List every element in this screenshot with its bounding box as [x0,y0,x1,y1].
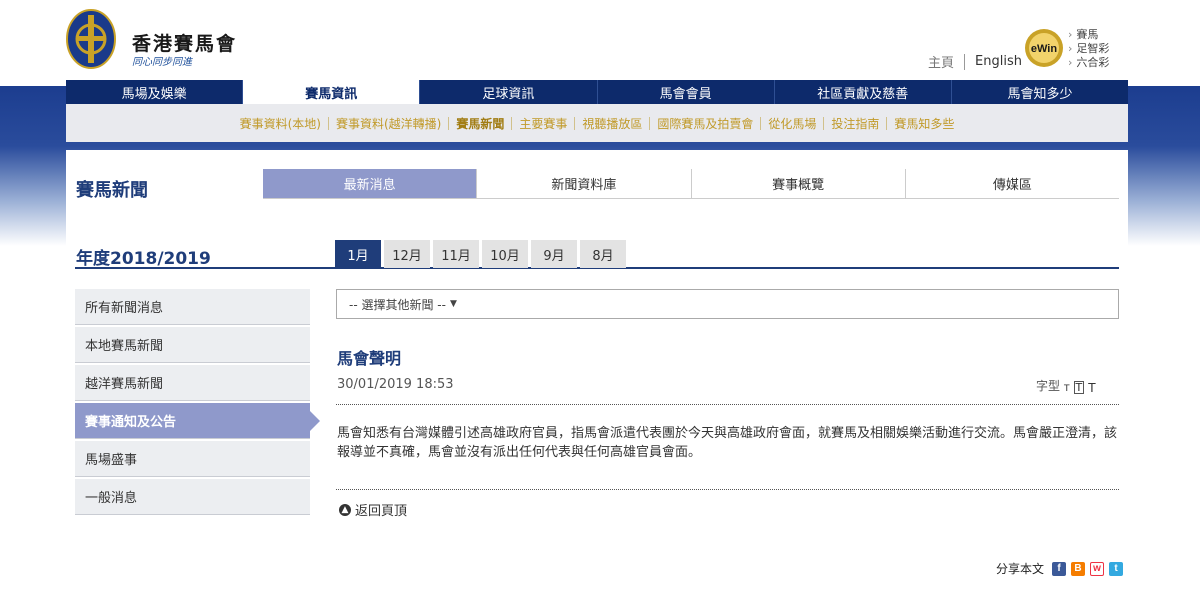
divider [336,489,1119,490]
month-tab[interactable]: 9月 [531,240,577,268]
tab-news-archive[interactable]: 新聞資料庫 [477,169,692,198]
main-nav-item-about[interactable]: 馬會知多少 [952,80,1128,104]
month-tab[interactable]: 12月 [384,240,430,268]
main-nav-item-football[interactable]: 足球資訊 [420,80,598,104]
caret-down-icon: ▼ [449,299,457,309]
sub-nav-item[interactable]: 賽事資料(越洋轉播) [329,115,448,132]
main-nav-item-racecourse[interactable]: 馬場及娛樂 [66,80,244,104]
divider [964,53,966,70]
sub-nav-item[interactable]: 視聽播放區 [575,115,649,132]
font-small-icon[interactable]: T [1064,385,1070,394]
facebook-icon[interactable]: f [1052,561,1067,576]
sidebar-item-race-notices[interactable]: 賽事通知及公告 [75,403,320,439]
sub-nav-item[interactable]: 投注指南 [824,115,886,132]
sub-nav-item[interactable]: 國際賽馬及拍賣會 [650,115,760,132]
ewin-link-football[interactable]: 足智彩 [1068,42,1109,56]
sidebar-item-racecourse-events[interactable]: 馬場盛事 [75,441,310,477]
ewin-links: 賽馬 足智彩 六合彩 [1068,28,1109,70]
back-to-top-link[interactable]: ▲ 返回頁頂 [339,500,407,519]
month-tab[interactable]: 11月 [433,240,479,268]
logo-slogan: 同心同步同進 [132,57,192,68]
tab-media[interactable]: 傳媒區 [906,169,1119,198]
sidebar-item-simulcast-racing[interactable]: 越洋賽馬新聞 [75,365,310,401]
sidebar-item-all-news[interactable]: 所有新聞消息 [75,289,310,325]
section-tabs: 最新消息 新聞資料庫 賽事概覽 傳媒區 [263,169,1119,199]
share-label: 分享本文 [996,562,1045,576]
top-links: 主頁 English [928,52,1022,71]
weibo-icon[interactable]: w [1090,561,1105,576]
ewin-link-racing[interactable]: 賽馬 [1068,28,1109,42]
news-category-sidebar: 所有新聞消息 本地賽馬新聞 越洋賽馬新聞 賽事通知及公告 馬場盛事 一般消息 [75,289,320,517]
article-body: 馬會知悉有台灣媒體引述高雄政府官員，指馬會派遣代表團於今天與高雄政府會面，就賽馬… [337,426,1118,460]
sidebar-item-general-news[interactable]: 一般消息 [75,479,310,515]
tab-race-overview[interactable]: 賽事概覽 [692,169,906,198]
sub-nav-item[interactable]: 賽馬知多些 [887,115,961,132]
sidebar-item-local-racing[interactable]: 本地賽馬新聞 [75,327,310,363]
font-size-label: 字型 [1036,379,1061,393]
main-nav-item-membership[interactable]: 馬會會員 [598,80,775,104]
logo-title[interactable]: 香港賽馬會 [132,29,237,56]
font-medium-icon[interactable]: T [1073,381,1085,394]
main-nav: 馬場及娛樂 賽馬資訊 足球資訊 馬會會員 社區貢獻及慈善 馬會知多少 [66,80,1128,104]
other-news-select[interactable]: -- 選擇其他新聞 -- ▼ [336,289,1119,319]
sub-nav-item-active[interactable]: 賽馬新聞 [449,115,511,132]
article-title: 馬會聲明 [337,349,402,368]
twitter-icon[interactable]: t [1109,561,1124,576]
svg-text:eWin: eWin [1031,43,1057,55]
main-nav-item-community[interactable]: 社區貢獻及慈善 [775,80,952,104]
season-title: 年度2018/2019 [76,249,211,269]
section-title: 賽馬新聞 [76,180,148,201]
arrow-up-icon: ▲ [339,503,351,516]
divider [336,404,1119,405]
sub-nav-item[interactable]: 從化馬場 [761,115,823,132]
hkjc-emblem-icon[interactable] [66,9,116,69]
ewin-logo-icon[interactable]: eWin [1022,28,1066,68]
sub-nav-item[interactable]: 賽事資料(本地) [233,115,328,132]
main-nav-item-racing-info[interactable]: 賽馬資訊 [243,80,421,104]
sub-nav: 賽事資料(本地) 賽事資料(越洋轉播) 賽馬新聞 主要賽事 視聽播放區 國際賽馬… [66,104,1128,142]
english-link[interactable]: English [975,54,1022,69]
blogger-icon[interactable]: B [1071,561,1086,576]
month-tab[interactable]: 8月 [580,240,626,268]
back-to-top-label: 返回頁頂 [355,504,408,519]
share-bar: 分享本文 f B w t [996,560,1124,577]
select-placeholder: -- 選擇其他新聞 -- [349,297,446,312]
home-link[interactable]: 主頁 [928,52,954,71]
article-date: 30/01/2019 18:53 [337,377,454,392]
font-size-control: 字型 T T T [1036,377,1096,394]
month-tabs: 1月 12月 11月 10月 9月 8月 [335,240,629,268]
sub-nav-item[interactable]: 主要賽事 [512,115,574,132]
font-large-icon[interactable]: T [1088,382,1095,394]
tab-latest-news[interactable]: 最新消息 [263,169,478,198]
ewin-link-marksix[interactable]: 六合彩 [1068,56,1109,70]
page: 香港賽馬會 同心同步同進 主頁 English eWin 賽馬 足智彩 六合彩 … [0,0,1200,596]
month-tab[interactable]: 1月 [335,240,381,268]
month-tab[interactable]: 10月 [482,240,528,268]
